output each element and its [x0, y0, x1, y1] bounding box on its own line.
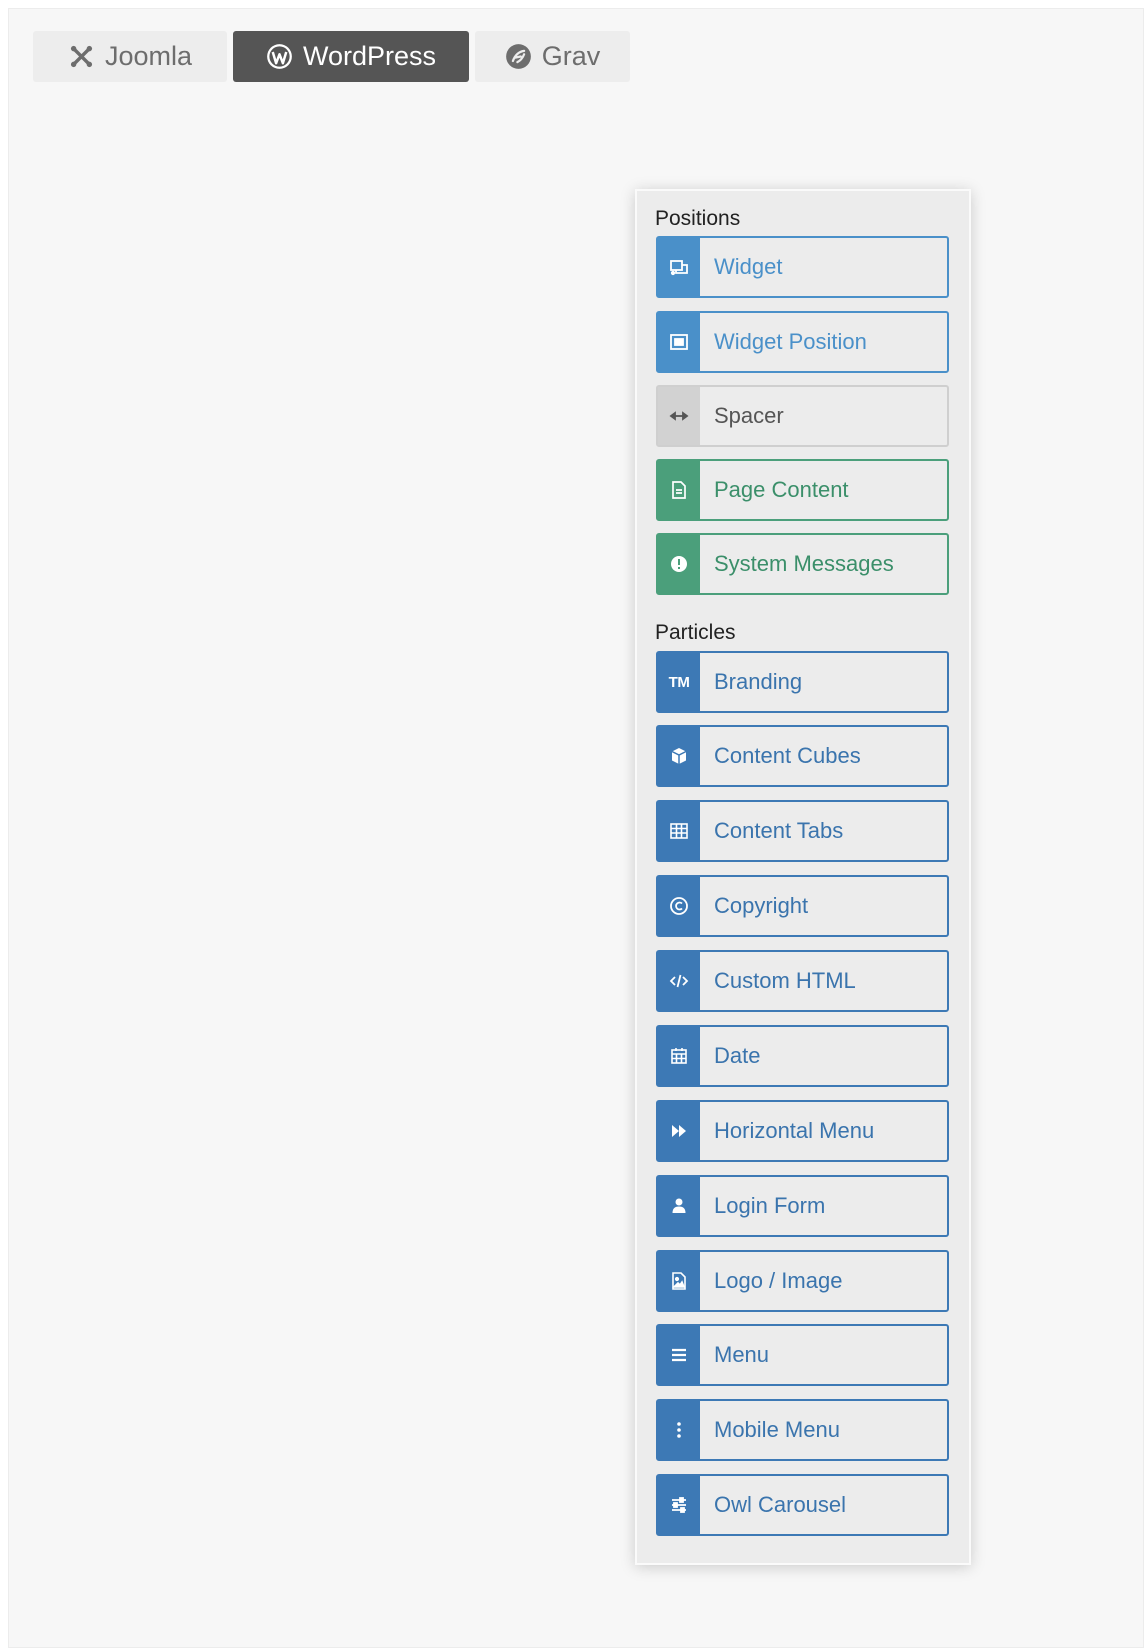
tab-grav[interactable]: Grav [475, 31, 630, 82]
particle-item-label: Custom HTML [714, 968, 856, 993]
particle-item-horizontal-menu[interactable]: Horizontal Menu [656, 1100, 949, 1162]
fast-forward-icon [658, 1102, 700, 1160]
particle-item-owl-carousel[interactable]: Owl Carousel [656, 1474, 949, 1536]
particle-item-copyright[interactable]: Copyright [656, 875, 949, 937]
image-icon [658, 1252, 700, 1310]
exclamation-circle-icon [658, 535, 700, 593]
calendar-icon [658, 1027, 700, 1085]
particle-item-label: Owl Carousel [714, 1492, 847, 1517]
position-item-label: Spacer [714, 403, 784, 428]
particle-item-label: Copyright [714, 893, 809, 918]
page-canvas: Joomla WordPress Grav Positions Widget W… [8, 8, 1144, 1648]
position-item-widget[interactable]: Widget [656, 236, 949, 298]
ellipsis-vertical-icon [658, 1401, 700, 1459]
grav-icon [505, 43, 532, 70]
trademark-icon: TM [658, 653, 700, 711]
tab-wordpress[interactable]: WordPress [233, 31, 469, 82]
particle-item-content-tabs[interactable]: Content Tabs [656, 800, 949, 862]
position-item-label: Page Content [714, 477, 849, 502]
bars-icon [658, 1326, 700, 1384]
particle-item-label: Menu [714, 1342, 770, 1367]
particle-item-label: Horizontal Menu [714, 1118, 875, 1143]
table-icon [658, 802, 700, 860]
file-text-icon [658, 461, 700, 519]
position-item-label: Widget [714, 254, 783, 279]
particle-item-content-cubes[interactable]: Content Cubes [656, 725, 949, 787]
particle-item-label: Content Tabs [714, 818, 844, 843]
joomla-icon [68, 43, 95, 70]
particle-item-label: Logo / Image [714, 1268, 843, 1293]
particle-item-custom-html[interactable]: Custom HTML [656, 950, 949, 1012]
positions-heading: Positions [655, 207, 741, 230]
particle-item-menu[interactable]: Menu [656, 1324, 949, 1386]
particle-item-branding[interactable]: TM Branding [656, 651, 949, 713]
particle-item-label: Login Form [714, 1193, 826, 1218]
position-item-system-messages[interactable]: System Messages [656, 533, 949, 595]
particle-item-mobile-menu[interactable]: Mobile Menu [656, 1399, 949, 1461]
particle-item-logo-image[interactable]: Logo / Image [656, 1250, 949, 1312]
position-item-label: System Messages [714, 551, 894, 576]
particle-item-label: Mobile Menu [714, 1417, 840, 1442]
code-icon [658, 952, 700, 1010]
platform-tabs: Joomla WordPress Grav [33, 31, 630, 82]
position-item-spacer[interactable]: Spacer [656, 385, 949, 447]
particle-item-login-form[interactable]: Login Form [656, 1175, 949, 1237]
particle-item-label: Branding [714, 669, 803, 694]
particle-item-label: Content Cubes [714, 743, 861, 768]
wordpress-icon [266, 43, 293, 70]
sliders-icon [658, 1476, 700, 1534]
arrows-horizontal-icon [658, 387, 700, 445]
tab-joomla-label: Joomla [104, 41, 193, 71]
copyright-icon [658, 877, 700, 935]
tab-joomla[interactable]: Joomla [33, 31, 227, 82]
position-item-page-content[interactable]: Page Content [656, 459, 949, 521]
position-item-label: Widget Position [714, 329, 867, 354]
tab-wordpress-label: WordPress [302, 41, 437, 71]
particle-item-label: Date [714, 1043, 761, 1068]
tab-grav-label: Grav [541, 41, 601, 71]
layout-elements-panel: Positions Widget Widget Position Spacer … [635, 189, 971, 1565]
user-icon [658, 1177, 700, 1235]
position-item-widget-position[interactable]: Widget Position [656, 311, 949, 373]
particles-heading: Particles [655, 621, 736, 644]
widget-position-icon [658, 313, 700, 371]
particle-item-date[interactable]: Date [656, 1025, 949, 1087]
cube-icon [658, 727, 700, 785]
widget-icon [658, 238, 700, 296]
